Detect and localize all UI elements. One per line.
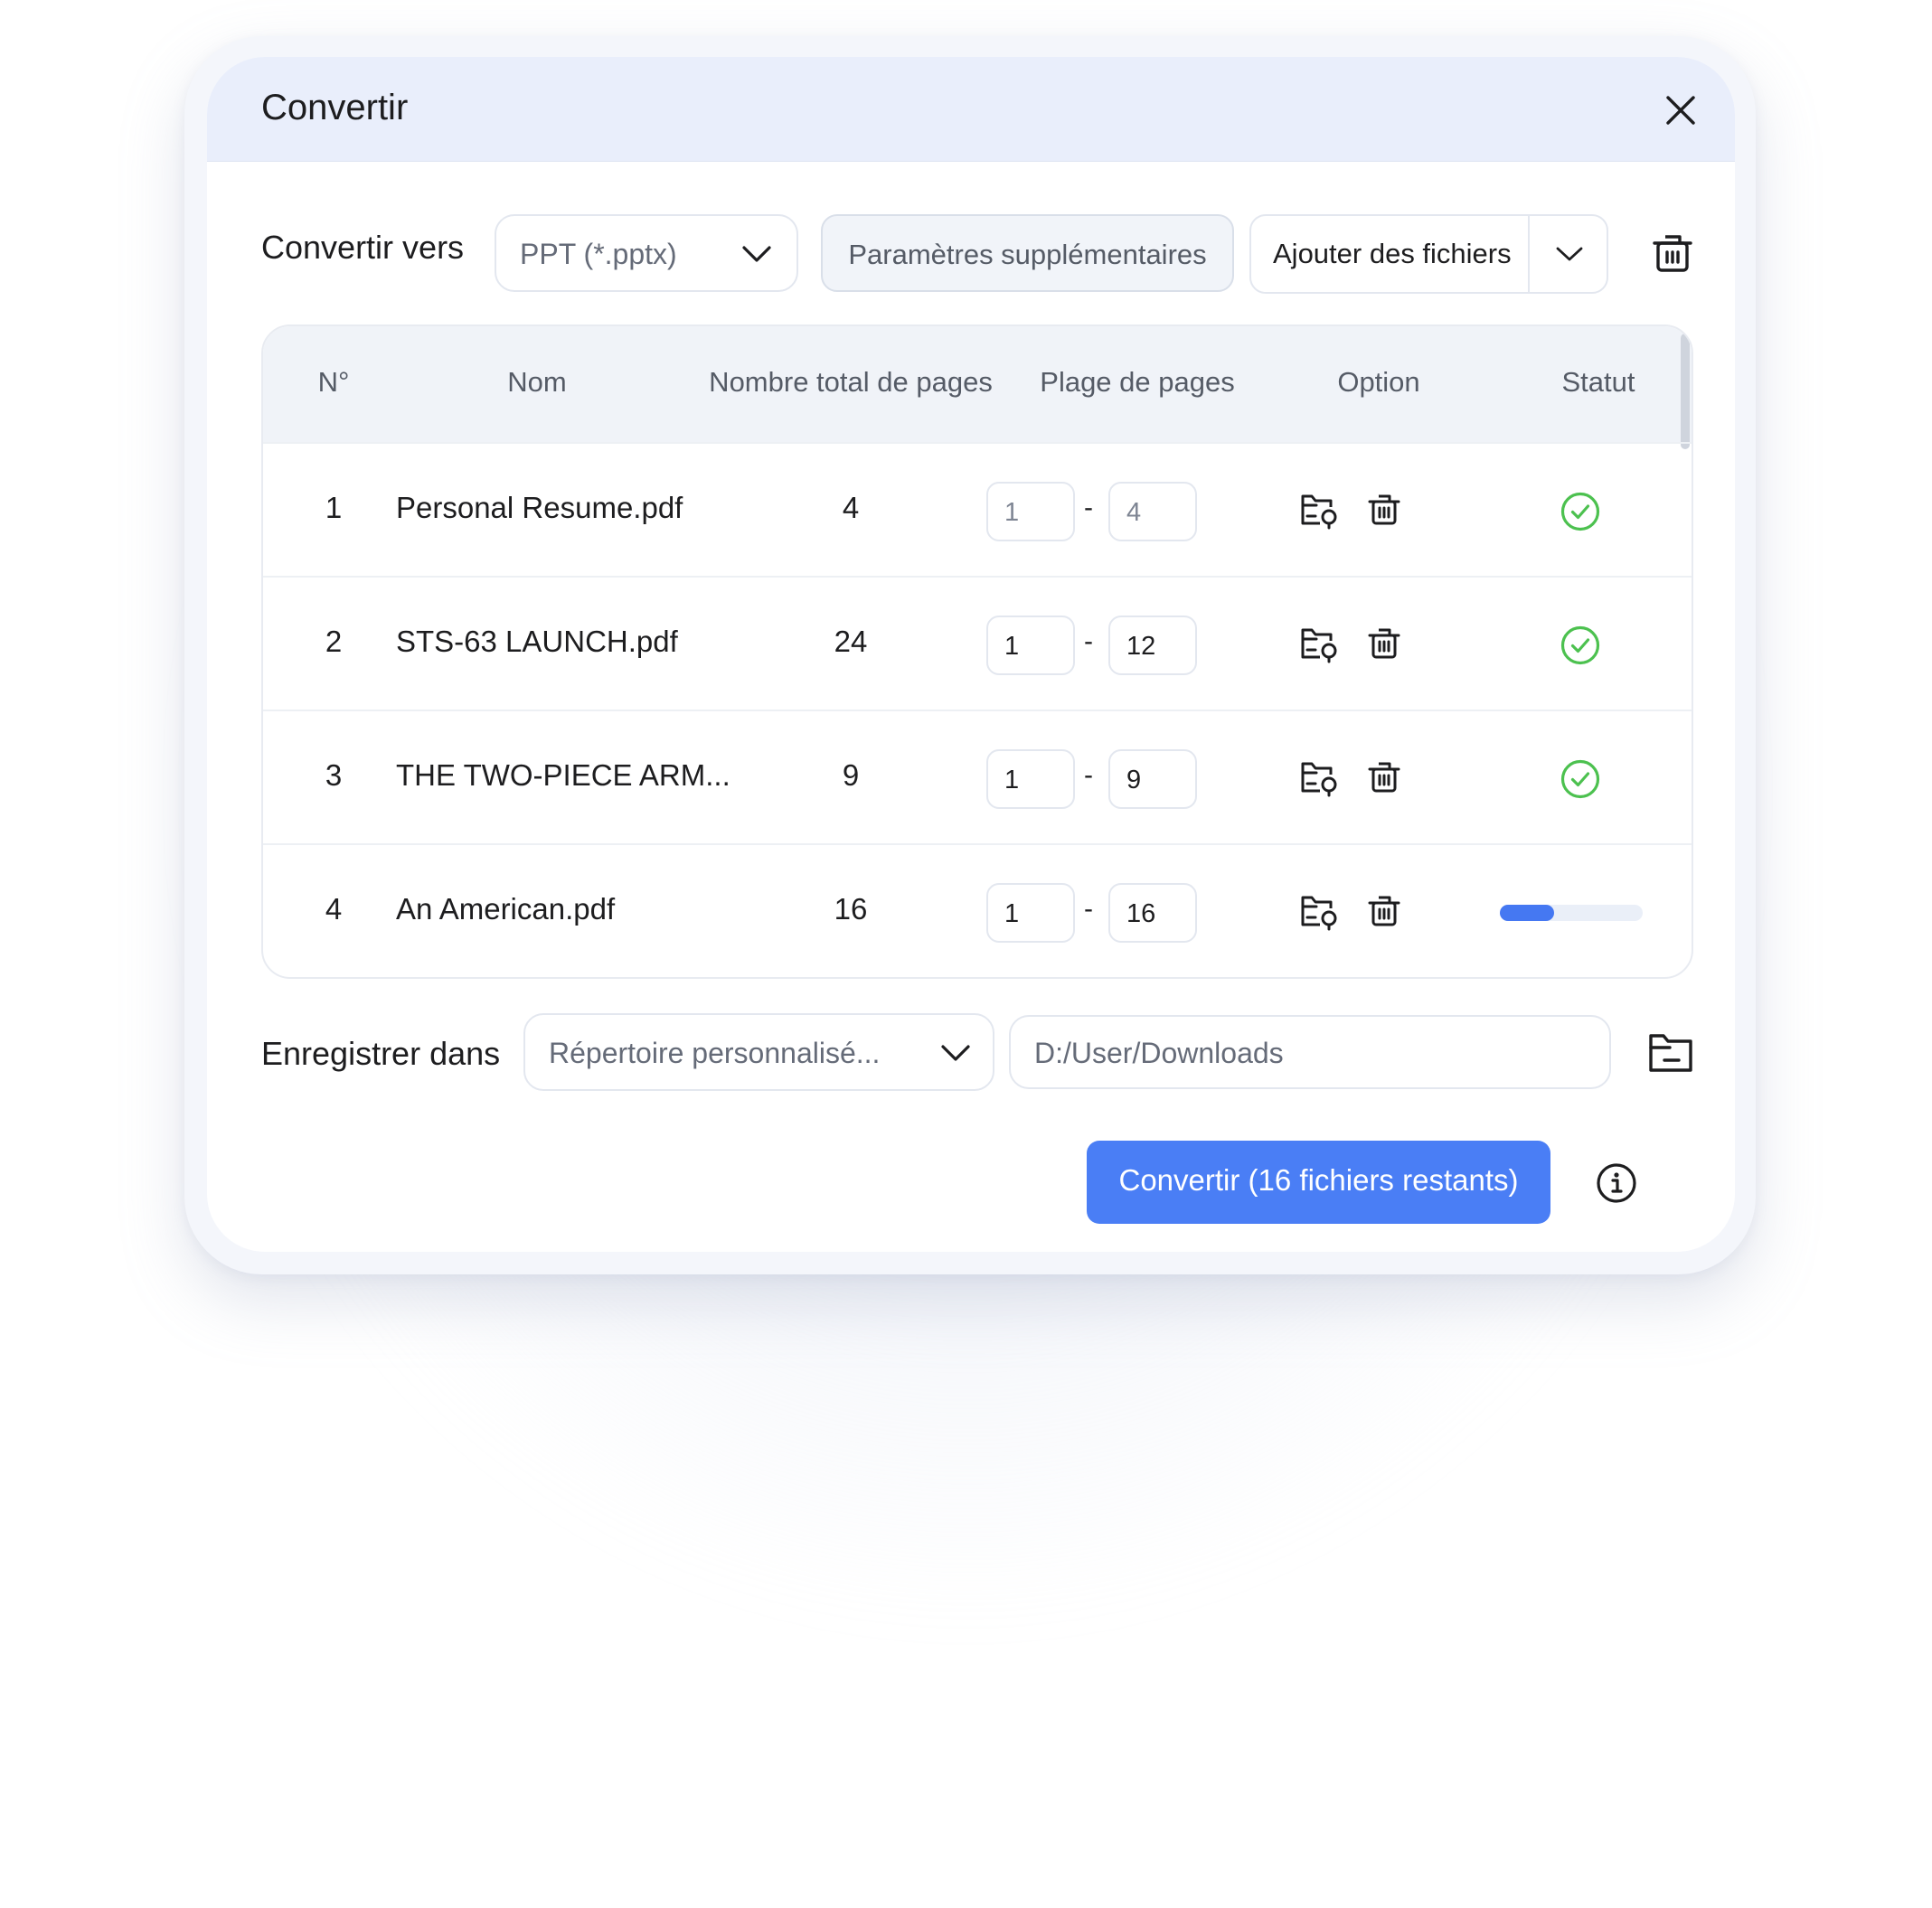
range-separator: - — [1084, 626, 1093, 656]
file-name: STS-63 LAUNCH.pdf — [396, 625, 678, 658]
table-header: N° Nom Nombre total de pages Plage de pa… — [263, 326, 1692, 449]
trash-icon — [1368, 896, 1400, 926]
file-name: THE TWO-PIECE ARM... — [396, 758, 730, 792]
status-complete — [1560, 758, 1601, 804]
add-files-split-button: Ajouter des fichiers — [1249, 214, 1608, 294]
title-bar: Convertir — [207, 57, 1735, 162]
row-number: 2 — [325, 625, 343, 658]
save-to-label: Enregistrer dans — [261, 1035, 501, 1072]
folder-location-icon — [1301, 896, 1337, 931]
range-from-value: 1 — [1004, 766, 1020, 794]
file-name: Personal Resume.pdf — [396, 491, 683, 524]
extra-settings-label: Paramètres supplémentaires — [848, 239, 1207, 270]
range-from-value: 1 — [1004, 899, 1020, 928]
header-number: N° — [317, 366, 350, 398]
range-separator: - — [1084, 493, 1093, 522]
chevron-down-icon — [742, 246, 771, 262]
open-folder-button[interactable] — [1298, 892, 1340, 936]
file-name: An American.pdf — [396, 892, 616, 926]
range-from-input[interactable]: 1 — [986, 749, 1075, 809]
table-scrollbar[interactable] — [1681, 334, 1690, 449]
delete-row-button[interactable] — [1365, 892, 1403, 935]
range-to-input[interactable]: 16 — [1108, 883, 1197, 943]
total-pages: 9 — [842, 758, 860, 792]
dialog-title: Convertir — [261, 88, 409, 127]
table-row: 3 THE TWO-PIECE ARM... 9 1 - 9 — [263, 710, 1692, 843]
chevron-down-icon — [1556, 247, 1583, 261]
browse-folder-button[interactable] — [1646, 1030, 1695, 1080]
range-from-value: 1 — [1004, 498, 1020, 527]
output-path-value: D:/User/Downloads — [1034, 1037, 1284, 1069]
add-files-label: Ajouter des fichiers — [1273, 238, 1512, 269]
range-separator: - — [1084, 760, 1093, 790]
trash-icon — [1368, 628, 1400, 659]
range-from-input[interactable]: 1 — [986, 616, 1075, 675]
delete-row-button[interactable] — [1365, 758, 1403, 801]
save-location-value: Répertoire personnalisé... — [549, 1037, 881, 1069]
folder-location-icon — [1301, 762, 1337, 797]
add-files-button[interactable]: Ajouter des fichiers — [1251, 216, 1528, 292]
range-to-value: 12 — [1126, 632, 1156, 661]
header-total-pages: Nombre total de pages — [709, 366, 993, 398]
conversion-progress-bar — [1500, 905, 1643, 921]
close-icon — [1666, 96, 1695, 125]
total-pages: 16 — [834, 892, 868, 926]
trash-icon — [1368, 494, 1400, 525]
header-option: Option — [1337, 366, 1420, 398]
header-page-range: Plage de pages — [1040, 366, 1235, 398]
range-to-value: 9 — [1126, 766, 1142, 794]
status-complete — [1560, 625, 1601, 671]
info-button[interactable] — [1595, 1161, 1638, 1209]
range-to-input[interactable]: 4 — [1108, 482, 1197, 541]
folder-location-icon — [1301, 628, 1337, 663]
range-to-input[interactable]: 12 — [1108, 616, 1197, 675]
range-to-value: 4 — [1126, 498, 1142, 527]
trash-icon — [1368, 762, 1400, 793]
table-row: 1 Personal Resume.pdf 4 1 - 4 — [263, 442, 1692, 576]
file-table: N° Nom Nombre total de pages Plage de pa… — [261, 324, 1693, 979]
range-from-input[interactable]: 1 — [986, 883, 1075, 943]
output-path-field[interactable]: D:/User/Downloads — [1009, 1015, 1611, 1089]
range-from-value: 1 — [1004, 632, 1020, 661]
check-circle-icon — [1560, 625, 1600, 665]
folder-icon — [1649, 1034, 1692, 1072]
close-button[interactable] — [1660, 89, 1701, 131]
delete-row-button[interactable] — [1365, 491, 1403, 533]
range-from-input[interactable]: 1 — [986, 482, 1075, 541]
row-number: 3 — [325, 758, 343, 792]
table-row: 2 STS-63 LAUNCH.pdf 24 1 - 12 — [263, 576, 1692, 710]
info-icon — [1597, 1163, 1636, 1203]
format-select[interactable]: PPT (*.pptx) — [495, 214, 798, 292]
delete-row-button[interactable] — [1365, 625, 1403, 667]
format-select-value: PPT (*.pptx) — [520, 238, 677, 270]
row-number: 4 — [325, 892, 343, 926]
total-pages: 4 — [842, 491, 860, 524]
convert-button[interactable]: Convertir (16 fichiers restants) — [1087, 1141, 1550, 1224]
open-folder-button[interactable] — [1298, 758, 1340, 803]
status-complete — [1560, 491, 1601, 537]
convert-dialog: Convertir Convertir vers PPT (*.pptx) Pa… — [207, 57, 1735, 1252]
convert-button-label: Convertir (16 fichiers restants) — [1118, 1163, 1519, 1197]
folder-location-icon — [1301, 494, 1337, 530]
total-pages: 24 — [834, 625, 868, 658]
extra-settings-button[interactable]: Paramètres supplémentaires — [821, 214, 1234, 292]
save-location-select[interactable]: Répertoire personnalisé... — [523, 1013, 994, 1091]
row-number: 1 — [325, 491, 343, 524]
open-folder-button[interactable] — [1298, 491, 1340, 535]
range-to-input[interactable]: 9 — [1108, 749, 1197, 809]
trash-icon — [1653, 235, 1692, 272]
range-separator: - — [1084, 894, 1093, 924]
convert-to-label: Convertir vers — [261, 229, 465, 266]
table-row: 4 An American.pdf 16 1 - 16 — [263, 843, 1692, 977]
range-to-value: 16 — [1126, 899, 1156, 928]
header-status: Statut — [1561, 366, 1635, 398]
progress-fill — [1500, 905, 1555, 921]
check-circle-icon — [1560, 492, 1600, 531]
chevron-down-icon — [941, 1045, 970, 1061]
clear-list-button[interactable] — [1649, 229, 1696, 280]
add-files-dropdown-button[interactable] — [1530, 216, 1607, 292]
header-name: Nom — [507, 366, 567, 398]
open-folder-button[interactable] — [1298, 625, 1340, 669]
check-circle-icon — [1560, 759, 1600, 799]
